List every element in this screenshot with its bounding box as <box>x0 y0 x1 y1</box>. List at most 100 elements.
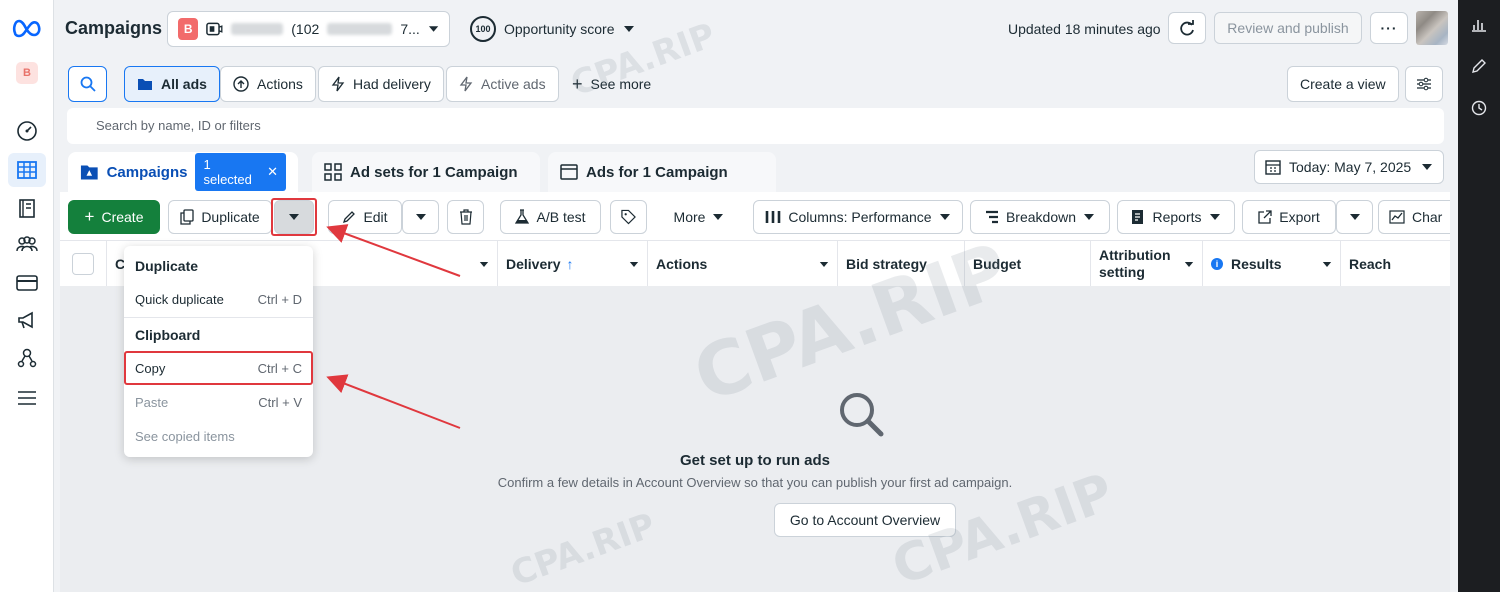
tab-campaigns[interactable]: Campaigns 1 selected ✕ <box>68 152 298 192</box>
charts-button[interactable]: Char <box>1378 200 1450 234</box>
selected-count-chip[interactable]: 1 selected ✕ <box>195 153 286 191</box>
sliders-icon <box>1417 77 1431 91</box>
menu-item-paste-shortcut: Ctrl + V <box>258 395 302 410</box>
column-reach[interactable]: Reach <box>1341 241 1450 287</box>
edit-dropdown-button[interactable] <box>402 200 439 234</box>
filter-all-ads-label: All ads <box>161 76 207 92</box>
caret-down-icon <box>1209 214 1220 220</box>
more-actions-button[interactable]: More <box>657 200 741 234</box>
caret-down-icon <box>479 261 489 267</box>
tab-ads[interactable]: Ads for 1 Campaign <box>548 152 776 192</box>
column-bid-strategy[interactable]: Bid strategy <box>838 241 965 287</box>
column-attribution-label-1: Attribution <box>1099 247 1171 263</box>
ad-account-icon <box>206 22 223 36</box>
tags-button[interactable] <box>610 200 647 234</box>
duplicate-button[interactable]: Duplicate <box>168 200 272 234</box>
folder-icon <box>138 79 152 90</box>
column-budget[interactable]: Budget <box>965 241 1091 287</box>
column-actions[interactable]: Actions <box>648 241 838 287</box>
export-dropdown-button[interactable] <box>1336 200 1373 234</box>
rail-overview[interactable] <box>8 114 46 148</box>
menu-item-quick-duplicate[interactable]: Quick duplicate Ctrl + D <box>135 292 302 307</box>
create-view-button[interactable]: Create a view <box>1287 66 1399 102</box>
megaphone-icon <box>18 311 33 329</box>
bar-chart-icon[interactable] <box>1471 16 1487 32</box>
review-and-publish-button[interactable]: Review and publish <box>1214 12 1362 44</box>
dashboard-gauge-icon <box>17 121 37 141</box>
rail-billing[interactable] <box>8 266 46 300</box>
account-selector[interactable]: B (102 7... <box>167 11 450 47</box>
create-button-label: Create <box>101 209 144 225</box>
account-id-suffix: 7... <box>400 21 420 37</box>
select-all-checkbox[interactable] <box>72 253 94 275</box>
filter-actions[interactable]: Actions <box>220 66 316 102</box>
reports-button[interactable]: Reports <box>1117 200 1235 234</box>
redacted-account-name <box>231 23 284 35</box>
empty-state-subtitle: Confirm a few details in Account Overvie… <box>497 475 1013 490</box>
clock-icon[interactable] <box>1471 100 1487 116</box>
user-avatar[interactable] <box>1416 11 1448 45</box>
ab-test-button[interactable]: A/B test <box>500 200 601 234</box>
see-more-filters[interactable]: + See more <box>560 66 663 102</box>
column-results[interactable]: i Results <box>1203 241 1341 287</box>
rail-pages[interactable] <box>8 191 46 225</box>
filter-active-ads-label: Active ads <box>481 76 546 92</box>
delete-button[interactable] <box>447 200 484 234</box>
tab-ads-label: Ads for 1 Campaign <box>586 163 728 181</box>
campaign-folder-icon <box>80 165 98 180</box>
more-actions-label: More <box>673 209 706 225</box>
account-avatar[interactable]: B <box>16 62 38 84</box>
meta-logo-icon[interactable] <box>11 16 43 40</box>
caret-down-icon <box>713 214 724 220</box>
columns-button[interactable]: Columns: Performance <box>753 200 963 234</box>
page-title: Campaigns <box>65 18 163 38</box>
tab-ad-sets[interactable]: Ad sets for 1 Campaign <box>312 152 540 192</box>
close-icon[interactable]: ✕ <box>267 164 278 180</box>
rail-campaigns[interactable] <box>8 153 46 187</box>
rail-all-tools[interactable] <box>8 381 46 415</box>
reports-button-label: Reports <box>1152 209 1202 225</box>
caret-down-icon <box>428 26 439 32</box>
edit-button[interactable]: Edit <box>328 200 402 234</box>
date-range-picker[interactable]: Today: May 7, 2025 <box>1254 150 1444 184</box>
ad-sets-grid-icon <box>324 163 342 181</box>
rail-audiences[interactable] <box>8 227 46 261</box>
pencil-icon[interactable] <box>1471 58 1487 74</box>
account-badge: B <box>178 18 199 40</box>
left-navigation-rail: B <box>0 0 54 592</box>
view-settings-button[interactable] <box>1405 66 1443 102</box>
breakdown-button[interactable]: Breakdown <box>970 200 1110 234</box>
filter-active-ads[interactable]: Active ads <box>446 66 559 102</box>
more-options-button[interactable]: ··· <box>1370 12 1408 44</box>
column-attribution-setting[interactable]: Attribution setting <box>1091 241 1203 287</box>
search-input[interactable]: Search by name, ID or filters <box>67 108 1444 144</box>
breakdown-button-label: Breakdown <box>1005 209 1077 225</box>
filter-all-ads[interactable]: All ads <box>124 66 220 102</box>
opportunity-score[interactable]: 100 Opportunity score <box>470 16 635 42</box>
filter-had-delivery[interactable]: Had delivery <box>318 66 444 102</box>
menu-item-see-copied-items[interactable]: See copied items <box>135 429 302 444</box>
last-updated-text: Updated 18 minutes ago <box>1008 21 1161 37</box>
date-range-label: Today: May 7, 2025 <box>1289 159 1412 175</box>
rail-ads-reporting[interactable] <box>8 303 46 337</box>
account-id-prefix: (102 <box>291 21 320 37</box>
caret-down-icon <box>1349 214 1360 220</box>
caret-down-icon <box>1184 262 1194 267</box>
column-delivery[interactable]: Delivery ↑ <box>498 241 648 287</box>
column-attribution-label-2: setting <box>1099 264 1145 280</box>
network-nodes-icon <box>17 348 37 368</box>
reports-icon <box>1132 210 1144 224</box>
pencil-icon <box>343 211 356 224</box>
refresh-button[interactable] <box>1168 12 1206 44</box>
menu-item-paste[interactable]: Paste Ctrl + V <box>135 395 302 410</box>
tag-icon <box>621 209 636 225</box>
go-to-account-overview-button[interactable]: Go to Account Overview <box>774 503 956 537</box>
rail-events[interactable] <box>8 341 46 375</box>
info-icon: i <box>1211 258 1223 270</box>
search-toggle-button[interactable] <box>68 66 107 102</box>
export-button[interactable]: Export <box>1242 200 1336 234</box>
menu-item-quick-duplicate-shortcut: Ctrl + D <box>257 292 302 307</box>
create-button[interactable]: + Create <box>68 200 160 234</box>
hamburger-menu-icon <box>18 391 36 405</box>
export-button-label: Export <box>1279 209 1320 225</box>
